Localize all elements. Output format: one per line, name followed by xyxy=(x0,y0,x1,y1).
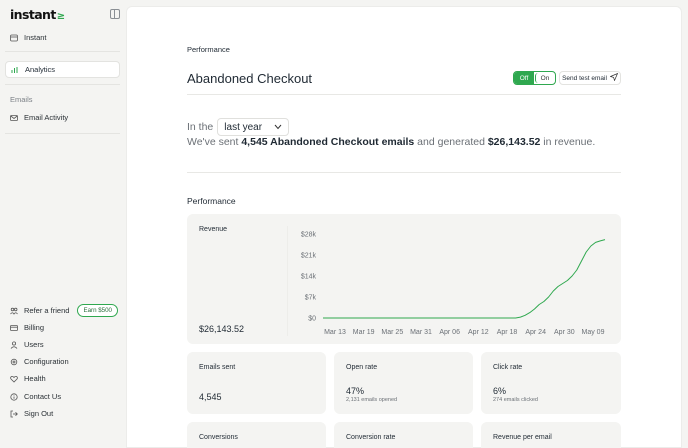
card-label: Conversions xyxy=(199,434,238,441)
sidebar-item-label: Billing xyxy=(24,323,45,332)
card-label: Click rate xyxy=(493,364,523,371)
click-rate-card: Click rate 6% 274 emails clicked xyxy=(481,352,621,414)
date-filter-prefix: In the xyxy=(187,121,214,133)
heart-icon xyxy=(10,375,18,383)
sidebar-item-contact-us[interactable]: Contact Us xyxy=(5,388,120,405)
logout-icon xyxy=(10,410,18,418)
send-test-email-label: Send test email xyxy=(562,74,607,82)
instant-logo[interactable]: instant≥ xyxy=(10,7,65,22)
card-label: Open rate xyxy=(346,364,378,371)
divider xyxy=(5,133,120,134)
card-value: 6% xyxy=(493,386,507,396)
divider xyxy=(5,84,120,85)
page-section-label: Performance xyxy=(187,45,230,54)
people-icon xyxy=(10,307,18,315)
card-value: 47% xyxy=(346,386,365,396)
mail-icon xyxy=(10,114,18,122)
store-icon xyxy=(10,34,18,42)
sidebar-item-billing[interactable]: Billing xyxy=(5,319,120,336)
sidebar-item-label: Refer a friend xyxy=(24,306,70,315)
divider xyxy=(187,172,621,173)
sidebar-item-label: Health xyxy=(24,374,46,383)
card-label: Conversion rate xyxy=(346,434,396,441)
x-tick-label: Mar 13 xyxy=(324,329,346,336)
x-tick-label: Apr 12 xyxy=(468,329,489,336)
sidebar: instant≥ Instant Analytics Emails Email … xyxy=(0,0,125,448)
sidebar-collapse-icon[interactable] xyxy=(110,9,120,19)
sidebar-item-sign-out[interactable]: Sign Out xyxy=(5,405,120,422)
divider xyxy=(187,94,621,95)
info-icon xyxy=(10,392,18,401)
sidebar-item-users[interactable]: Users xyxy=(5,336,120,353)
x-tick-label: Mar 19 xyxy=(353,329,375,336)
revenue-per-email-card: Revenue per email xyxy=(481,422,621,448)
section-label-emails: Emails xyxy=(10,95,33,104)
date-filter-row: In the last year xyxy=(187,118,290,136)
enable-toggle[interactable]: Off On xyxy=(513,71,556,85)
chevron-down-icon xyxy=(274,122,282,133)
toggle-on-option[interactable]: On xyxy=(535,73,554,83)
y-tick-label: $21k xyxy=(301,253,317,260)
sidebar-item-label: Users xyxy=(24,340,44,349)
card-label: Revenue per email xyxy=(493,434,552,441)
x-tick-label: May 09 xyxy=(582,329,605,336)
conversion-rate-card: Conversion rate xyxy=(334,422,473,448)
sidebar-item-label: Analytics xyxy=(25,65,56,74)
date-range-value: last year xyxy=(224,121,263,133)
card-icon xyxy=(10,324,18,332)
revenue-series-line xyxy=(323,239,606,319)
card-subtext: 2,131 emails opened xyxy=(346,397,398,403)
main-panel: Performance Abandoned Checkout Off On Se… xyxy=(126,6,682,448)
analytics-icon xyxy=(11,66,19,74)
page-title: Abandoned Checkout xyxy=(187,71,313,86)
toggle-off-option[interactable]: Off xyxy=(514,72,534,84)
y-tick-label: $0 xyxy=(308,316,316,323)
user-icon xyxy=(10,340,18,349)
sidebar-item-analytics[interactable]: Analytics xyxy=(5,61,120,78)
y-tick-label: $28k xyxy=(301,232,317,239)
x-tick-label: Mar 25 xyxy=(381,329,403,336)
y-tick-label: $7k xyxy=(305,295,317,302)
sidebar-item-label: Configuration xyxy=(24,357,69,366)
emails-sent-card: Emails sent 4,545 xyxy=(187,352,326,414)
x-tick-label: Apr 24 xyxy=(525,329,546,336)
x-tick-label: Mar 31 xyxy=(410,329,432,336)
sidebar-item-refer-a-friend[interactable]: Refer a friend Earn $500 xyxy=(5,302,120,319)
sidebar-item-health[interactable]: Health xyxy=(5,370,120,387)
sidebar-item-label: Sign Out xyxy=(24,409,54,418)
revenue-chart: $0 $7k $14k $21k $28k Mar 13 Mar 19 Mar 25 Mar 3… xyxy=(287,226,606,336)
settings-icon xyxy=(10,358,18,366)
revenue-label: Revenue xyxy=(199,226,228,233)
revenue-value: $26,143.52 xyxy=(199,324,245,334)
performance-heading: Performance xyxy=(187,196,236,206)
x-tick-label: Apr 30 xyxy=(554,329,575,336)
performance-summary: We've sent 4,545 Abandoned Checkout emai… xyxy=(187,136,596,148)
sidebar-item-label: Contact Us xyxy=(24,392,62,401)
card-subtext: 274 emails clicked xyxy=(493,397,538,403)
x-tick-label: Apr 06 xyxy=(439,329,460,336)
card-label: Emails sent xyxy=(199,364,236,371)
sidebar-item-configuration[interactable]: Configuration xyxy=(5,353,120,370)
conversions-card: Conversions xyxy=(187,422,326,448)
earn-badge[interactable]: Earn $500 xyxy=(77,304,118,317)
sidebar-item-label: Instant xyxy=(24,33,47,42)
divider xyxy=(5,51,120,52)
x-tick-label: Apr 18 xyxy=(497,329,518,336)
sidebar-item-email-activity[interactable]: Email Activity xyxy=(5,109,120,126)
card-value: 4,545 xyxy=(199,392,222,402)
send-test-email-button[interactable]: Send test email xyxy=(559,71,621,85)
revenue-card: Revenue $26,143.52 $0 $7k $14k $21k $28k Mar … xyxy=(187,214,621,344)
y-tick-label: $14k xyxy=(301,274,317,281)
date-range-select[interactable]: last year xyxy=(217,118,290,136)
open-rate-card: Open rate 47% 2,131 emails opened xyxy=(334,352,473,414)
sidebar-item-label: Email Activity xyxy=(24,113,69,122)
send-icon xyxy=(609,72,619,83)
sidebar-item-instant[interactable]: Instant xyxy=(5,29,120,46)
